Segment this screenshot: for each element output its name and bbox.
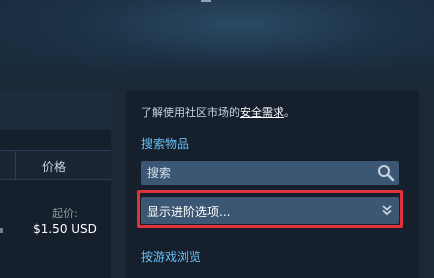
starting-at-label: 起价: bbox=[52, 207, 78, 220]
advanced-options-button[interactable]: 显示进阶选项... bbox=[141, 197, 399, 224]
banner-edge-mark bbox=[201, 0, 211, 2]
double-chevron-down-icon bbox=[382, 205, 392, 216]
search-input[interactable] bbox=[141, 161, 371, 185]
column-divider bbox=[15, 151, 16, 179]
search-box bbox=[141, 161, 399, 185]
safety-note-prefix: 了解使用社区市场的 bbox=[141, 106, 240, 119]
listings-panel bbox=[0, 90, 111, 278]
safety-requirements-link[interactable]: 安全需求 bbox=[240, 106, 284, 119]
banner-fade bbox=[0, 54, 434, 80]
price-column-header[interactable]: 价格 bbox=[42, 158, 66, 175]
row-edge-mark bbox=[0, 228, 3, 233]
advanced-options-label: 显示进阶选项... bbox=[147, 205, 231, 219]
top-banner bbox=[0, 0, 434, 80]
safety-note: 了解使用社区市场的安全需求。 bbox=[141, 104, 295, 120]
listings-header-block bbox=[0, 90, 111, 130]
listing-price-value: $1.50 USD bbox=[33, 222, 97, 236]
browse-by-game-title: 按游戏浏览 bbox=[141, 250, 202, 264]
listing-price-cell: 起价: $1.50 USD bbox=[30, 207, 100, 237]
listings-column-headers: 价格 bbox=[0, 150, 111, 180]
safety-note-suffix: 。 bbox=[284, 106, 295, 119]
search-items-title: 搜索物品 bbox=[141, 137, 190, 151]
search-icon[interactable] bbox=[377, 164, 395, 182]
